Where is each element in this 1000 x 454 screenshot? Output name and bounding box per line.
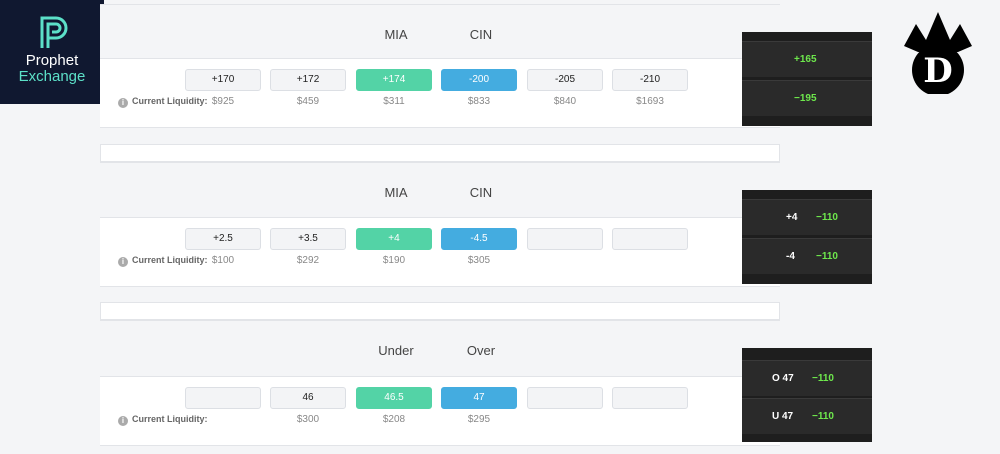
market-1-header: MIA CIN <box>100 4 780 60</box>
spread-button[interactable] <box>612 228 688 250</box>
market-3-header: Under Over <box>100 320 780 376</box>
liquidity-value: $1693 <box>636 96 664 107</box>
info-icon[interactable]: i <box>118 416 128 426</box>
odds-button[interactable]: +170 <box>185 69 261 91</box>
spread-button[interactable] <box>527 228 603 250</box>
dk-odds-cell[interactable]: +165 <box>742 41 872 77</box>
total-button-best-over[interactable]: 47 <box>441 387 517 409</box>
market-2-row: +2.5 +3.5 +4 -4.5 i Current Liquidity: $1… <box>100 217 780 287</box>
dk-odds: −110 <box>816 212 838 223</box>
dk-odds-cell[interactable]: -4 −110 <box>742 238 872 274</box>
total-button-best-under[interactable]: 46.5 <box>356 387 432 409</box>
liquidity-value: $292 <box>296 255 320 266</box>
team-b-label: CIN <box>469 185 493 200</box>
total-button[interactable] <box>612 387 688 409</box>
spread-button-best-team-b[interactable]: -4.5 <box>441 228 517 250</box>
crown-icon: D <box>904 12 972 94</box>
odds-button-best-team-a[interactable]: +174 <box>356 69 432 91</box>
dk-line: U 47 <box>772 411 794 422</box>
dk-odds: −195 <box>794 93 817 104</box>
dk-line: O 47 <box>772 373 794 384</box>
total-button[interactable]: 46 <box>270 387 346 409</box>
dk-odds-cell[interactable]: −195 <box>742 80 872 116</box>
liquidity-value: $100 <box>211 255 235 266</box>
liquidity-value: $300 <box>296 414 320 425</box>
dk-odds: +165 <box>794 54 817 65</box>
dk-moneyline-panel: +165 −195 <box>742 32 872 126</box>
liquidity-value: $840 <box>553 96 577 107</box>
team-a-label: MIA <box>384 185 408 200</box>
spread-button-best-team-a[interactable]: +4 <box>356 228 432 250</box>
odds-button[interactable]: -205 <box>527 69 603 91</box>
odds-button-best-team-b[interactable]: -200 <box>441 69 517 91</box>
prophet-exchange-logo: Prophet Exchange <box>0 0 104 104</box>
prophet-logo-icon <box>40 16 68 48</box>
liquidity-value: $208 <box>382 414 406 425</box>
dk-odds: −110 <box>812 411 834 422</box>
under-label: Under <box>378 343 414 358</box>
dk-spread-panel: +4 −110 -4 −110 <box>742 190 872 284</box>
info-icon[interactable]: i <box>118 257 128 267</box>
market-1-row: +170 +172 +174 -200 -205 -210 i Current L… <box>100 58 780 128</box>
dk-line: +4 <box>786 212 798 223</box>
liquidity-value: $305 <box>467 255 491 266</box>
liquidity-value: $190 <box>382 255 406 266</box>
dk-odds: −110 <box>812 373 834 384</box>
exchange-name: Exchange <box>18 68 86 85</box>
dk-odds: −110 <box>816 251 838 262</box>
liquidity-value: $459 <box>296 96 320 107</box>
market-3-row: 46 46.5 47 i Current Liquidity: $300 $208… <box>100 376 780 446</box>
team-a-label: MIA <box>384 27 408 42</box>
separator <box>100 144 780 162</box>
spread-button[interactable]: +3.5 <box>270 228 346 250</box>
liquidity-label: i Current Liquidity: <box>118 414 208 426</box>
dk-odds-cell[interactable]: O 47 −110 <box>742 360 872 396</box>
dk-total-panel: O 47 −110 U 47 −110 <box>742 348 872 442</box>
total-button[interactable] <box>527 387 603 409</box>
market-2-header: MIA CIN <box>100 162 780 218</box>
over-label: Over <box>466 343 496 358</box>
separator <box>100 302 780 320</box>
info-icon[interactable]: i <box>118 98 128 108</box>
odds-button[interactable]: -210 <box>612 69 688 91</box>
dk-letter: D <box>923 51 952 91</box>
total-button[interactable] <box>185 387 261 409</box>
team-b-label: CIN <box>469 27 493 42</box>
prophet-name: Prophet <box>25 52 79 69</box>
liquidity-value: $295 <box>467 414 491 425</box>
spread-button[interactable]: +2.5 <box>185 228 261 250</box>
liquidity-label-text: Current Liquidity: <box>132 414 208 424</box>
liquidity-value: $925 <box>211 96 235 107</box>
liquidity-value: $311 <box>383 96 405 107</box>
dk-odds-cell[interactable]: U 47 −110 <box>742 398 872 434</box>
draftkings-logo: D <box>898 10 978 94</box>
dk-line: -4 <box>786 251 795 262</box>
liquidity-value: $833 <box>467 96 491 107</box>
odds-button[interactable]: +172 <box>270 69 346 91</box>
dk-odds-cell[interactable]: +4 −110 <box>742 199 872 235</box>
